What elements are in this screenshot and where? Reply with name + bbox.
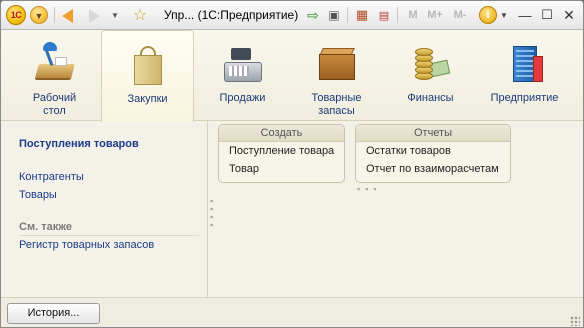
nav-title-receipts[interactable]: Поступления товаров <box>19 138 139 150</box>
section-label: Предприятие <box>490 92 559 104</box>
create-goods-receipt-link[interactable]: Поступление товара <box>219 142 344 160</box>
shopping-bag-icon <box>124 41 172 89</box>
section-finance[interactable]: Финансы <box>384 30 477 121</box>
desk-lamp-icon <box>31 40 79 88</box>
info-icon[interactable]: i <box>479 6 497 24</box>
memory-minus-button[interactable]: M- <box>449 5 471 25</box>
forward-arrow-icon[interactable] <box>89 9 100 23</box>
splitter-handle[interactable]: ▪ ▪ ▪ ▪ <box>210 197 213 230</box>
section-purchases[interactable]: Закупки <box>101 30 194 122</box>
building-icon <box>501 40 549 88</box>
memory-button[interactable]: M <box>406 5 420 25</box>
minimize-icon[interactable]: — <box>517 5 533 25</box>
info-dropdown-icon[interactable]: ▼ <box>499 5 509 25</box>
history-dropdown-icon[interactable]: ▼ <box>109 5 121 25</box>
app-logo-icon[interactable]: 1С <box>6 5 26 25</box>
cash-register-icon <box>219 40 267 88</box>
section-label: Финансы <box>407 92 454 104</box>
group-create: Создать Поступление товара Товар <box>218 124 345 183</box>
coins-icon <box>407 40 455 88</box>
chevron-down-icon: ▼ <box>34 11 44 21</box>
create-goods-link[interactable]: Товар <box>219 160 344 178</box>
status-bar: История... <box>1 297 583 327</box>
main-menu-button[interactable]: ▼ <box>30 6 48 24</box>
group-reports-title: Отчеты <box>356 125 510 142</box>
report-stock-balance-link[interactable]: Остатки товаров <box>356 142 510 160</box>
main-window: 1С ▼ ▼ ☆ Упр... (1С:Предприятие) ⇨ ▣ ▦ ▤… <box>0 0 584 328</box>
resize-grip-icon[interactable] <box>570 316 580 326</box>
section-label: Продажи <box>219 92 266 104</box>
window-title: Упр... (1С:Предприятие) <box>164 8 299 22</box>
section-desktop[interactable]: Рабочий стол <box>8 30 101 121</box>
group-splitter-handle[interactable]: ▪▪▪ <box>357 185 382 194</box>
nav-link-counterparties[interactable]: Контрагенты <box>19 171 84 183</box>
report-settlements-link[interactable]: Отчет по взаиморасчетам <box>356 160 510 178</box>
separator <box>397 7 398 23</box>
box-icon <box>313 40 361 88</box>
sections-panel: Рабочий стол Закупки Продажи Товарные за… <box>1 30 583 122</box>
memory-plus-button[interactable]: M+ <box>424 5 446 25</box>
go-favorite-icon[interactable]: ⇨ <box>304 5 322 25</box>
divider <box>19 235 199 236</box>
title-bar: 1С ▼ ▼ ☆ Упр... (1С:Предприятие) ⇨ ▣ ▦ ▤… <box>1 1 583 30</box>
section-sales[interactable]: Продажи <box>196 30 289 121</box>
calendar-icon[interactable]: ▤ <box>375 5 393 25</box>
history-button[interactable]: История... <box>7 303 100 324</box>
favorites-star-icon[interactable]: ☆ <box>130 5 150 25</box>
maximize-icon[interactable]: ☐ <box>539 5 555 25</box>
section-label: Товарные запасы <box>311 92 362 117</box>
group-create-title: Создать <box>219 125 344 142</box>
separator <box>54 7 55 23</box>
see-also-heading: См. также <box>19 221 72 233</box>
navigation-panel: Поступления товаров Контрагенты Товары С… <box>1 121 208 297</box>
nav-link-goods[interactable]: Товары <box>19 189 57 201</box>
section-label: Закупки <box>127 93 168 105</box>
nav-link-inventory-register[interactable]: Регистр товарных запасов <box>19 239 154 251</box>
close-icon[interactable]: ✕ <box>561 5 577 25</box>
section-inventory[interactable]: Товарные запасы <box>290 30 383 121</box>
section-enterprise[interactable]: Предприятие <box>478 30 571 121</box>
section-label: Рабочий стол <box>32 92 77 117</box>
back-arrow-icon[interactable] <box>62 9 73 23</box>
group-reports: Отчеты Остатки товаров Отчет по взаимора… <box>355 124 511 183</box>
separator <box>347 7 348 23</box>
bookmark-page-icon[interactable]: ▣ <box>325 5 343 25</box>
calculator-icon[interactable]: ▦ <box>353 5 371 25</box>
